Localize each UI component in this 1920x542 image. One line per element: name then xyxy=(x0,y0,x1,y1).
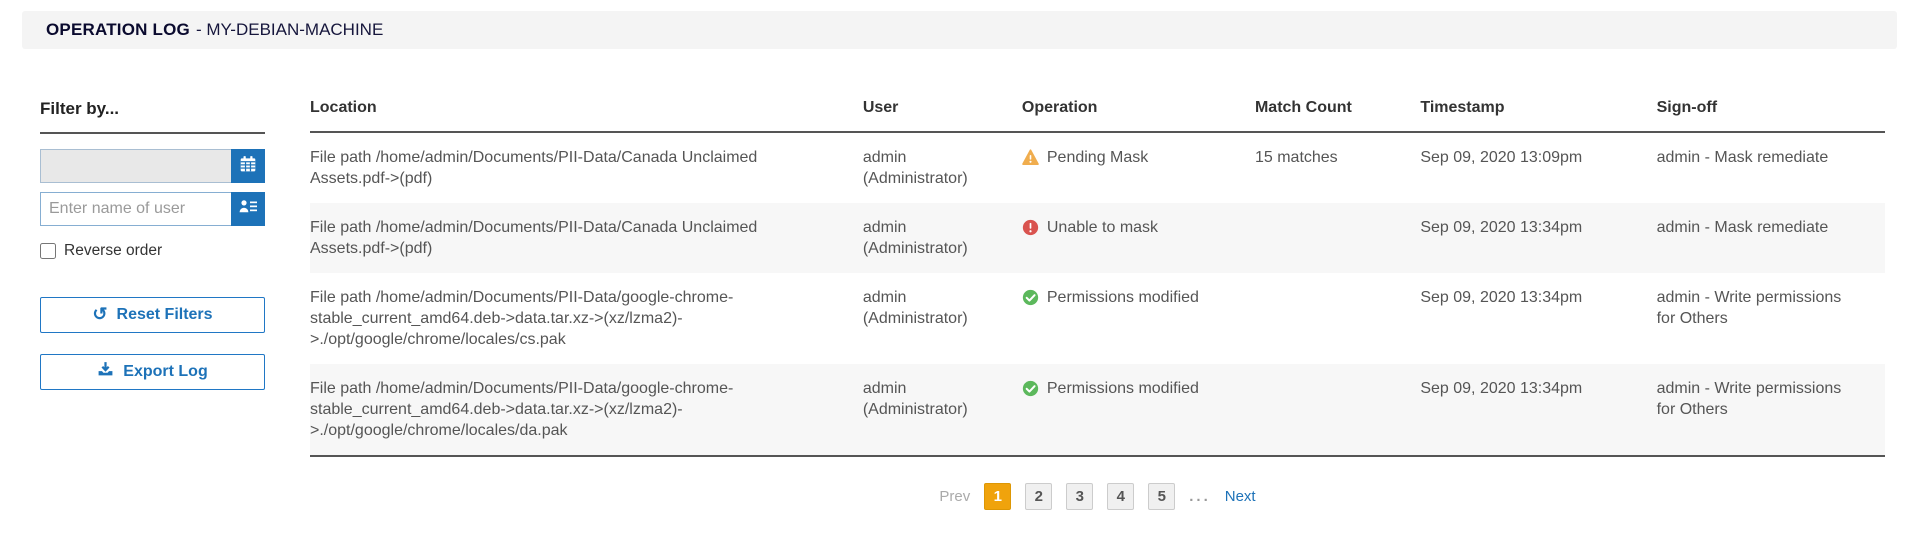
cell-operation: Permissions modified xyxy=(1022,273,1255,364)
cell-location: File path /home/admin/Documents/PII-Data… xyxy=(310,364,863,456)
cell-sign-off: admin - Mask remediate xyxy=(1657,132,1885,203)
pagination-page-2[interactable]: 2 xyxy=(1025,483,1052,510)
operation-label: Unable to mask xyxy=(1047,217,1158,238)
filter-heading-divider xyxy=(40,132,265,134)
user-filter-input[interactable] xyxy=(40,192,231,226)
calendar-icon xyxy=(239,155,257,178)
pagination-page-3[interactable]: 3 xyxy=(1066,483,1093,510)
cell-match-count xyxy=(1255,273,1420,364)
cell-sign-off: admin - Mask remediate xyxy=(1657,203,1885,273)
column-header-timestamp: Timestamp xyxy=(1420,99,1656,132)
cell-user: admin (Administrator) xyxy=(863,364,1022,456)
cell-match-count xyxy=(1255,364,1420,456)
cell-user: admin (Administrator) xyxy=(863,203,1022,273)
reverse-order-checkbox[interactable] xyxy=(40,243,56,259)
export-log-button[interactable]: Export Log xyxy=(40,354,265,390)
cell-user: admin (Administrator) xyxy=(863,273,1022,364)
cell-match-count xyxy=(1255,203,1420,273)
cell-timestamp: Sep 09, 2020 13:34pm xyxy=(1420,364,1656,456)
cell-location: File path /home/admin/Documents/PII-Data… xyxy=(310,203,863,273)
reset-filters-button[interactable]: ↺ Reset Filters xyxy=(40,297,265,333)
user-filter-group xyxy=(40,192,265,226)
page-title: OPERATION LOG xyxy=(46,20,190,40)
cell-timestamp: Sep 09, 2020 13:09pm xyxy=(1420,132,1656,203)
cell-operation: Pending Mask xyxy=(1022,132,1255,203)
column-header-sign-off: Sign-off xyxy=(1657,99,1885,132)
table-row: File path /home/admin/Documents/PII-Data… xyxy=(310,273,1885,364)
column-header-operation: Operation xyxy=(1022,99,1255,132)
pagination-page-1[interactable]: 1 xyxy=(984,483,1011,510)
cell-timestamp: Sep 09, 2020 13:34pm xyxy=(1420,203,1656,273)
operation-label: Permissions modified xyxy=(1047,378,1199,399)
table-row: File path /home/admin/Documents/PII-Data… xyxy=(310,132,1885,203)
reverse-order-label[interactable]: Reverse order xyxy=(64,242,162,260)
main-content: Filter by... xyxy=(40,99,1885,510)
cell-operation: Permissions modified xyxy=(1022,364,1255,456)
export-log-label: Export Log xyxy=(123,363,207,381)
cell-match-count: 15 matches xyxy=(1255,132,1420,203)
operation-label: Permissions modified xyxy=(1047,287,1199,308)
reverse-order-row: Reverse order xyxy=(40,242,265,260)
cell-timestamp: Sep 09, 2020 13:34pm xyxy=(1420,273,1656,364)
success-icon xyxy=(1022,289,1039,306)
table-row: File path /home/admin/Documents/PII-Data… xyxy=(310,203,1885,273)
cell-sign-off: admin - Write permissions for Others xyxy=(1657,364,1885,456)
user-list-icon xyxy=(239,198,258,220)
pagination: Prev 1 2 3 4 5 ... Next xyxy=(310,483,1885,510)
operation-log-table-wrap: Location User Operation Match Count Time… xyxy=(310,99,1885,510)
table-header-row: Location User Operation Match Count Time… xyxy=(310,99,1885,132)
date-filter-input[interactable] xyxy=(40,149,231,183)
page-title-bar: OPERATION LOG - MY-DEBIAN-MACHINE xyxy=(22,11,1897,49)
pagination-next[interactable]: Next xyxy=(1225,488,1256,505)
operation-log-table: Location User Operation Match Count Time… xyxy=(310,99,1885,457)
refresh-icon: ↺ xyxy=(92,305,107,323)
cell-sign-off: admin - Write permissions for Others xyxy=(1657,273,1885,364)
user-select-button[interactable] xyxy=(231,192,265,226)
download-icon xyxy=(97,361,114,383)
filter-heading: Filter by... xyxy=(40,99,265,119)
pagination-prev[interactable]: Prev xyxy=(939,488,970,505)
column-header-match-count: Match Count xyxy=(1255,99,1420,132)
table-row: File path /home/admin/Documents/PII-Data… xyxy=(310,364,1885,456)
cell-user: admin (Administrator) xyxy=(863,132,1022,203)
cell-location: File path /home/admin/Documents/PII-Data… xyxy=(310,273,863,364)
success-icon xyxy=(1022,380,1039,397)
cell-location: File path /home/admin/Documents/PII-Data… xyxy=(310,132,863,203)
reset-filters-label: Reset Filters xyxy=(117,306,213,324)
date-filter-group xyxy=(40,149,265,183)
pagination-ellipsis: ... xyxy=(1189,488,1211,505)
warning-icon xyxy=(1022,149,1039,166)
machine-name: - MY-DEBIAN-MACHINE xyxy=(196,20,383,40)
pagination-page-5[interactable]: 5 xyxy=(1148,483,1175,510)
column-header-user: User xyxy=(863,99,1022,132)
date-picker-button[interactable] xyxy=(231,149,265,183)
filter-sidebar: Filter by... xyxy=(40,99,265,510)
cell-operation: Unable to mask xyxy=(1022,203,1255,273)
operation-label: Pending Mask xyxy=(1047,147,1148,168)
pagination-page-4[interactable]: 4 xyxy=(1107,483,1134,510)
error-icon xyxy=(1022,219,1039,236)
column-header-location: Location xyxy=(310,99,863,132)
